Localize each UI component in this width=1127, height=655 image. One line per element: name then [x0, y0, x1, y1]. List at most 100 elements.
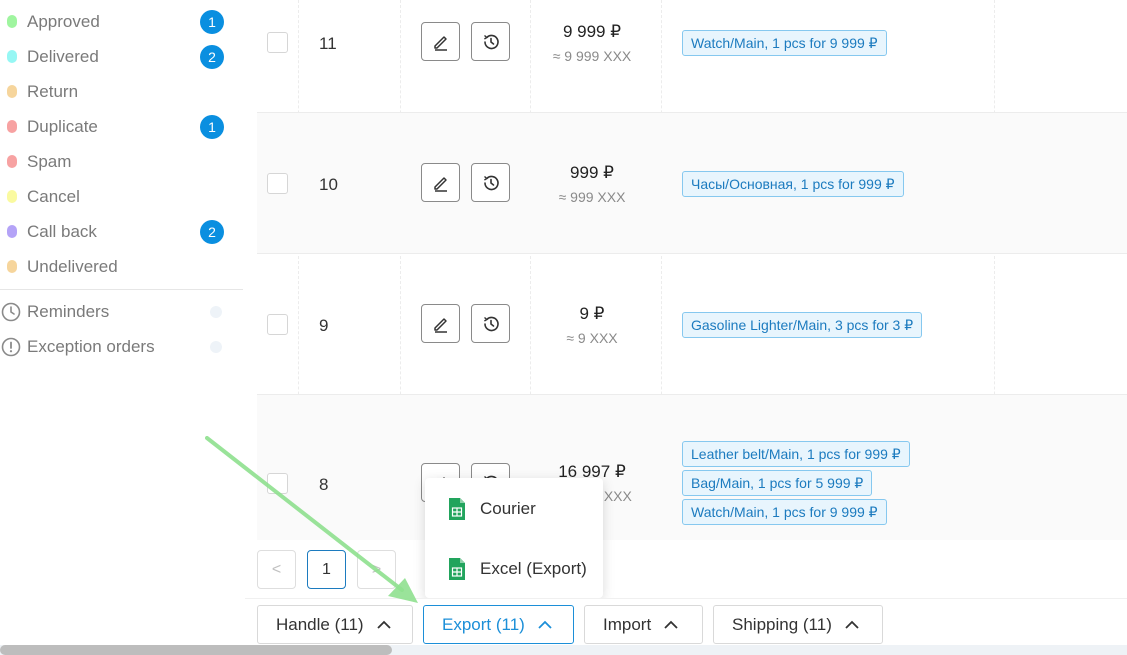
status-color-dot [7, 155, 17, 168]
status-item-cancel[interactable]: Cancel [0, 179, 245, 214]
count-badge [210, 306, 222, 318]
menu-item-label: Excel (Export) [480, 559, 587, 578]
product-tag: Часы/Основная, 1 pcs for 999 ₽ [682, 171, 904, 197]
export-menu-item-courier[interactable]: Courier [425, 484, 603, 534]
export-menu-item-excel[interactable]: Excel (Export) [425, 544, 603, 594]
export-button[interactable]: Export (11) [423, 605, 574, 644]
import-button[interactable]: Import [584, 605, 703, 644]
pencil-icon [433, 317, 447, 333]
table-row[interactable]: 10 999 ₽ ≈ 999 XXX Часы/Основная, 1 pcs … [257, 113, 1127, 254]
order-price-approx: ≈ 9 999 XXX [552, 48, 632, 64]
edit-button[interactable] [421, 22, 460, 61]
chevron-up-icon [538, 620, 552, 629]
order-id: 9 [319, 316, 329, 335]
count-badge [210, 341, 222, 353]
order-price: 9 ₽ [579, 304, 605, 323]
menu-item-label: Courier [480, 499, 536, 518]
spreadsheet-icon [449, 498, 465, 520]
history-icon [483, 316, 499, 331]
table-row[interactable]: 11 9 999 ₽ ≈ 9 999 XXX Watch/Main, 1 pcs… [257, 0, 1127, 113]
status-item-undelivered[interactable]: Undelivered [0, 249, 245, 284]
history-button[interactable] [471, 22, 510, 61]
handle-label: Handle (11) [276, 614, 364, 634]
status-label: Return [27, 81, 79, 101]
edit-button[interactable] [421, 304, 460, 343]
sidebar-item-exception-orders[interactable]: Exception orders [0, 332, 245, 362]
sidebar-link-label: Reminders [27, 302, 110, 321]
status-count-badge: 2 [200, 219, 224, 244]
status-label: Duplicate [27, 116, 98, 136]
export-label: Export (11) [442, 614, 525, 634]
pagination-page-button[interactable]: 1 [307, 550, 346, 589]
row-checkbox[interactable] [267, 173, 288, 194]
pencil-icon [433, 176, 447, 192]
status-sidebar: Approved 1 Delivered 2 Return Duplicate … [0, 0, 245, 655]
shipping-label: Shipping (11) [732, 614, 832, 634]
chevron-up-icon [845, 620, 859, 629]
next-label: > [371, 560, 382, 578]
status-item-spam[interactable]: Spam [0, 144, 245, 179]
status-color-dot [7, 260, 17, 273]
alert-circle-icon [1, 337, 21, 357]
sidebar-divider [0, 289, 243, 290]
orders-table: 11 9 999 ₽ ≈ 9 999 XXX Watch/Main, 1 pcs… [257, 0, 1127, 540]
horizontal-scrollbar-thumb[interactable] [0, 645, 392, 655]
status-color-dot [7, 120, 17, 133]
order-id: 8 [319, 475, 329, 494]
sidebar-item-reminders[interactable]: Reminders [0, 297, 245, 327]
status-color-dot [7, 85, 17, 98]
status-color-dot [7, 15, 17, 28]
product-tag: Leather belt/Main, 1 pcs for 999 ₽ [682, 441, 910, 467]
edit-button[interactable] [421, 163, 460, 202]
page-number: 1 [322, 560, 331, 578]
table-row[interactable]: 8 16 997 ₽ 7 XXX Leather belt/Main, 1 pc… [257, 395, 1127, 540]
status-item-return[interactable]: Return [0, 74, 245, 109]
status-count-badge: 1 [200, 9, 224, 34]
order-price-approx: ≈ 9 XXX [566, 330, 618, 346]
handle-button[interactable]: Handle (11) [257, 605, 413, 644]
status-color-dot [7, 50, 17, 63]
order-id: 11 [319, 34, 337, 53]
row-checkbox[interactable] [267, 314, 288, 335]
import-label: Import [603, 614, 652, 634]
status-color-dot [7, 225, 17, 238]
export-dropdown-menu: Courier Excel (Export) [425, 478, 603, 598]
sidebar-link-label: Exception orders [27, 337, 155, 356]
status-label: Delivered [27, 46, 99, 66]
status-label: Spam [27, 151, 72, 171]
status-label: Call back [27, 221, 97, 241]
row-checkbox[interactable] [267, 473, 288, 494]
status-label: Cancel [27, 186, 80, 206]
product-tag: Gasoline Lighter/Main, 3 pcs for 3 ₽ [682, 312, 923, 338]
order-price: 9 999 ₽ [562, 22, 622, 41]
pagination-next-button[interactable]: > [357, 550, 396, 589]
product-tag: Watch/Main, 1 pcs for 9 999 ₽ [682, 30, 887, 56]
shipping-button[interactable]: Shipping (11) [713, 605, 883, 644]
clock-icon [1, 302, 21, 322]
order-id: 10 [319, 175, 338, 194]
history-icon [483, 34, 499, 49]
status-count-badge: 2 [200, 44, 224, 69]
order-price: 999 ₽ [570, 163, 614, 182]
prev-label: < [271, 560, 282, 578]
pencil-icon [433, 35, 447, 51]
spreadsheet-icon [449, 558, 465, 580]
status-label: Undelivered [27, 256, 118, 276]
status-item-duplicate[interactable]: Duplicate 1 [0, 109, 245, 144]
table-row[interactable]: 9 9 ₽ ≈ 9 XXX Gasoline Lighter/Main, 3 p… [257, 254, 1127, 395]
bulk-action-bar: Handle (11) Export (11) Import Shipping … [245, 598, 1127, 646]
order-price-approx: ≈ 999 XXX [558, 189, 626, 205]
chevron-up-icon [376, 620, 391, 629]
history-button[interactable] [471, 163, 510, 202]
product-tag: Bag/Main, 1 pcs for 5 999 ₽ [682, 470, 873, 496]
status-item-delivered[interactable]: Delivered 2 [0, 39, 245, 74]
product-tag: Watch/Main, 1 pcs for 9 999 ₽ [682, 499, 887, 525]
history-button[interactable] [471, 304, 510, 343]
status-label: Approved [27, 11, 100, 31]
history-icon [483, 175, 499, 190]
status-item-approved[interactable]: Approved 1 [0, 4, 245, 39]
status-item-call-back[interactable]: Call back 2 [0, 214, 245, 249]
pagination-prev-button[interactable]: < [257, 550, 296, 589]
row-checkbox[interactable] [267, 32, 288, 53]
chevron-up-icon [664, 620, 678, 629]
